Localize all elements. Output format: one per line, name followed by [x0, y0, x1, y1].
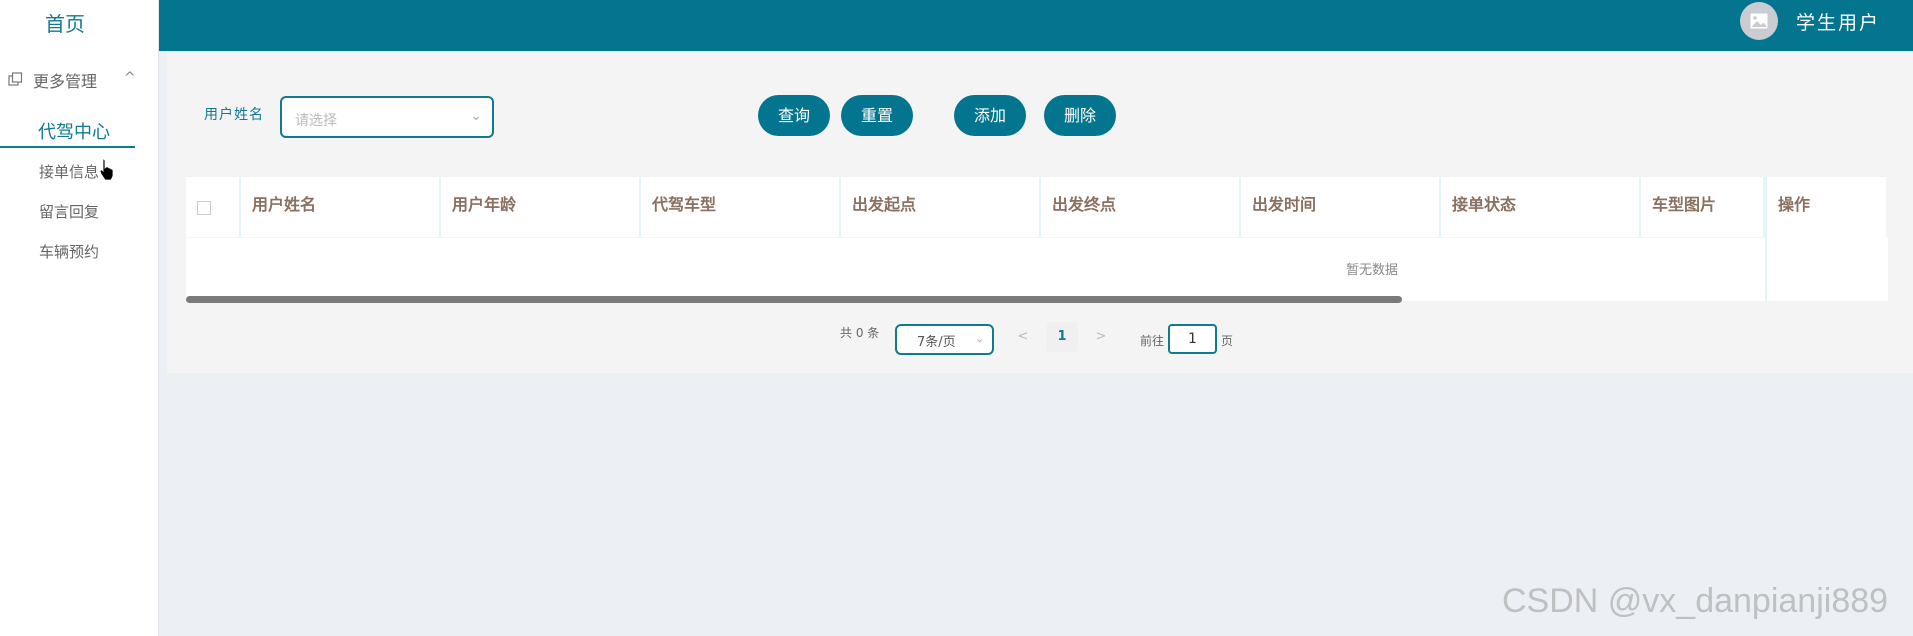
avatar[interactable]: [1740, 2, 1778, 40]
query-button[interactable]: 查询: [758, 95, 830, 136]
sidebar-item-driving-center[interactable]: 代驾中心: [0, 116, 135, 148]
column-header[interactable]: 出发起点: [841, 177, 1041, 237]
column-header[interactable]: 出发时间: [1241, 177, 1441, 237]
goto-page-input[interactable]: 1: [1168, 324, 1217, 354]
delete-button[interactable]: 删除: [1044, 95, 1116, 136]
column-header: 操作: [1765, 177, 1886, 237]
column-header[interactable]: 出发终点: [1041, 177, 1241, 237]
page-suffix: 页: [1221, 334, 1234, 348]
column-header[interactable]: 车型图片: [1641, 177, 1765, 237]
column-header[interactable]: 接单状态: [1441, 177, 1641, 237]
copy-icon: [8, 72, 23, 87]
chevron-up-icon: ^: [124, 70, 136, 86]
page-number[interactable]: 1: [1046, 322, 1078, 352]
user-name[interactable]: 学生用户: [1796, 8, 1880, 35]
sidebar-item-message-reply[interactable]: 留言回复: [39, 201, 99, 222]
table-header: 用户姓名 用户年龄 代驾车型 出发起点 出发终点 出发时间 接单状态 车型图片 …: [186, 177, 1886, 238]
prev-page-button[interactable]: <: [1007, 322, 1039, 352]
image-icon: [1750, 13, 1768, 29]
column-header[interactable]: 用户年龄: [441, 177, 641, 237]
user-name-select[interactable]: 请选择 ⌄: [280, 96, 494, 138]
select-placeholder: 请选择: [295, 113, 337, 129]
sidebar-item-vehicle-booking[interactable]: 车辆预约: [39, 241, 99, 262]
total-count: 共 0 条: [840, 326, 880, 340]
add-button[interactable]: 添加: [954, 95, 1026, 136]
page-size-select[interactable]: 7条/页 ⌄: [895, 324, 994, 355]
top-bar: [159, 0, 1913, 51]
sidebar-group-label: 更多管理: [33, 72, 98, 91]
next-page-button[interactable]: >: [1085, 322, 1117, 352]
sidebar-home-link[interactable]: 首页: [0, 8, 130, 37]
select-all-cell: [186, 177, 241, 237]
page-size-value: 7条/页: [917, 335, 956, 350]
reset-button[interactable]: 重置: [841, 95, 913, 136]
data-table: 用户姓名 用户年龄 代驾车型 出发起点 出发终点 出发时间 接单状态 车型图片 …: [186, 177, 1888, 301]
chevron-down-icon: ⌄: [470, 108, 482, 124]
sidebar-group-more-management[interactable]: 更多管理 ^: [0, 66, 158, 94]
sidebar-item-order-info[interactable]: 接单信息: [39, 161, 99, 182]
column-header[interactable]: 代驾车型: [641, 177, 841, 237]
operations-column: [1765, 237, 1888, 301]
sidebar: 首页 更多管理 ^ 代驾中心 接单信息 留言回复 车辆预约: [0, 0, 159, 636]
mouse-cursor-icon: [99, 158, 115, 186]
empty-text: 暂无数据: [1346, 263, 1399, 278]
select-all-checkbox[interactable]: [197, 201, 211, 215]
sidebar-item-label: 代驾中心: [38, 122, 110, 143]
search-label: 用户姓名: [204, 107, 264, 123]
horizontal-scrollbar[interactable]: [186, 296, 1402, 303]
watermark: CSDN @vx_danpianji889: [1502, 582, 1889, 620]
goto-label: 前往: [1140, 334, 1165, 348]
chevron-down-icon: ⌄: [975, 332, 985, 345]
column-header[interactable]: 用户姓名: [241, 177, 441, 237]
